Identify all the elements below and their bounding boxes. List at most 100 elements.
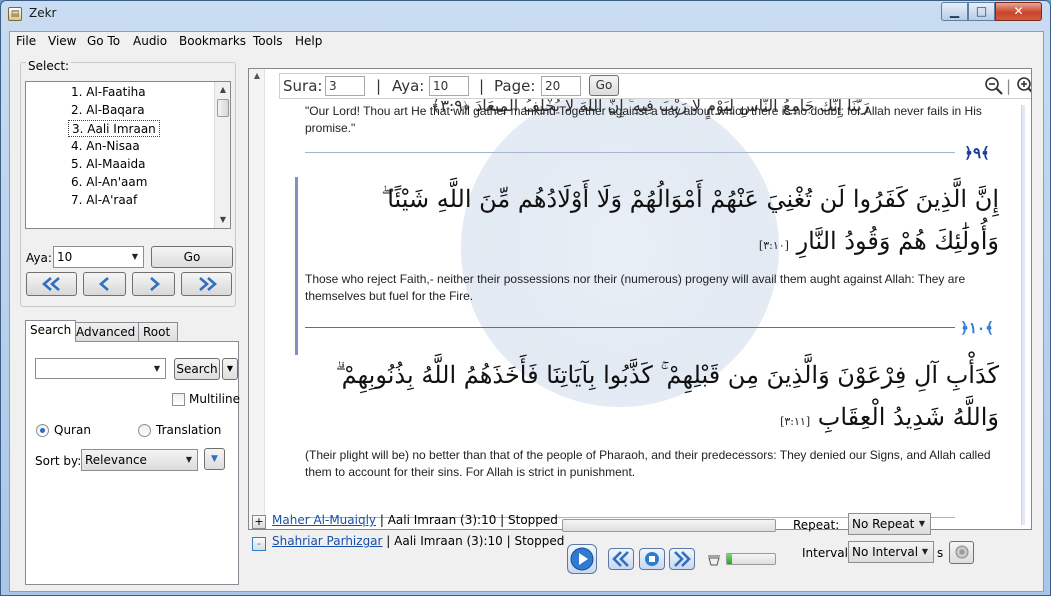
play-button[interactable] (567, 544, 597, 574)
volume-slider[interactable] (726, 553, 776, 565)
chevron-down-icon: ▼ (153, 364, 161, 373)
sort-direction-button[interactable]: ▼ (204, 448, 225, 470)
goto-bar: Sura: 3 | Aya: 10 | Page: 20 Go | (279, 73, 1032, 99)
scroll-thumb[interactable] (217, 99, 229, 117)
quran-view[interactable]: ▲ ▼ Sura: 3 | Aya: 10 | Page: 20 Go | رَ… (248, 68, 1032, 530)
divider: | (376, 77, 382, 95)
app-book-icon: ▤ (8, 7, 22, 21)
quran-radio[interactable] (36, 424, 49, 437)
list-item-selected[interactable]: 3. Aali Imraan (68, 120, 160, 137)
verse-separator (305, 152, 955, 153)
tab-advanced[interactable]: Advanced (71, 322, 141, 342)
reciter-link[interactable]: Shahriar Parhizgar (272, 534, 382, 548)
client-area: File View Go To Audio Bookmarks Tools He… (9, 31, 1044, 592)
scroll-down-icon[interactable]: ▼ (215, 212, 230, 228)
previous-track-button[interactable] (608, 548, 634, 570)
menu-goto[interactable]: Go To (87, 34, 120, 48)
interval-label: Interval: (802, 546, 852, 560)
select-label: Select: (26, 59, 72, 73)
chevron-down-icon: ▼ (921, 547, 929, 556)
zoom-out-icon[interactable] (984, 76, 1004, 96)
go-button[interactable]: Go (151, 246, 233, 268)
content-scrollbar[interactable]: ▲ ▼ (249, 69, 265, 529)
current-verse-marker (295, 177, 298, 355)
audio-settings-button[interactable] (949, 541, 974, 564)
playback-progress[interactable] (562, 519, 776, 532)
window-title: Zekr (29, 6, 57, 20)
verse-number: ٩ (972, 144, 982, 162)
search-pane: ▼ Search ▼ Multiline Quran Translation S… (25, 341, 240, 585)
sura-list[interactable]: 1. Al-Faatiha 2. Al-Baqara 3. Aali Imraa… (25, 81, 231, 229)
collapse-player-button[interactable]: - (252, 537, 266, 551)
verse-arabic: كَدَأْبِ آلِ فِرْعَوْنَ وَالَّذِينَ مِن … (309, 354, 999, 443)
aya-input[interactable]: 10 (429, 76, 469, 96)
left-panel: Select: 1. Al-Faatiha 2. Al-Baqara 3. Aa… (15, 54, 241, 586)
menu-file[interactable]: File (16, 34, 36, 48)
translation-radio[interactable] (138, 424, 151, 437)
repeat-select[interactable]: No Repeat ▼ (848, 513, 931, 535)
tab-root[interactable]: Root (138, 322, 178, 342)
list-item[interactable]: 4. An-Nisaa (68, 138, 143, 155)
quran-radio-label: Quran (54, 423, 91, 437)
list-item[interactable]: 1. Al-Faatiha (68, 84, 149, 101)
left-arrow-icon (98, 277, 109, 291)
page-label: Page: (494, 77, 536, 95)
translation-radio-label: Translation (156, 423, 222, 437)
list-item[interactable]: 6. Al-An'aam (68, 174, 150, 191)
goto-go-button[interactable]: Go (589, 75, 619, 96)
maximize-button[interactable]: □ (968, 2, 995, 21)
fast-forward-icon (674, 551, 691, 567)
first-aya-button[interactable] (26, 272, 77, 296)
multiline-checkbox[interactable] (172, 393, 185, 406)
chevron-down-icon: ▼ (185, 455, 193, 464)
last-aya-button[interactable] (181, 272, 232, 296)
divider: | (479, 77, 485, 95)
list-item[interactable]: 5. Al-Maaida (68, 156, 149, 173)
sort-by-value: Relevance (85, 453, 147, 467)
expand-player-button[interactable]: + (252, 515, 266, 529)
next-track-button[interactable] (669, 548, 695, 570)
sura-list-scrollbar[interactable]: ▲ ▼ (214, 82, 230, 228)
sort-by-select[interactable]: Relevance ▼ (81, 449, 198, 471)
menu-bookmarks[interactable]: Bookmarks (179, 34, 246, 48)
repeat-label: Repeat: (793, 518, 840, 532)
zoom-in-icon[interactable] (1016, 76, 1032, 96)
search-input[interactable]: ▼ (35, 358, 166, 379)
reciter-link[interactable]: Maher Al-Muaiqly (272, 513, 376, 527)
tab-search[interactable]: Search (25, 320, 77, 342)
player-row: Shahriar Parhizgar | Aali Imraan (3):10 … (272, 534, 564, 548)
stop-icon (645, 552, 659, 566)
chevron-down-icon: ▼ (131, 252, 139, 261)
scroll-up-icon[interactable]: ▲ (249, 71, 265, 80)
verse-translation: (Their plight will be) no better than th… (305, 448, 991, 479)
list-item[interactable]: 2. Al-Baqara (68, 102, 148, 119)
chevron-down-icon: ▼ (918, 519, 926, 528)
menu-view[interactable]: View (48, 34, 76, 48)
verse-number-badge: ﴿١٠﴾ (960, 319, 994, 337)
verse-reference: [٣:١١] (780, 415, 811, 428)
sura-input[interactable]: 3 (325, 76, 365, 96)
aya-select[interactable]: 10 ▼ (53, 246, 144, 268)
list-item[interactable]: 7. Al-A'raaf (68, 192, 140, 209)
menu-audio[interactable]: Audio (133, 34, 167, 48)
search-options-button[interactable]: ▼ (222, 358, 238, 380)
interval-select[interactable]: No Interval ▼ (848, 541, 934, 563)
search-button[interactable]: Search (174, 358, 220, 380)
menu-bar: File View Go To Audio Bookmarks Tools He… (10, 32, 1043, 52)
aya-select-value: 10 (57, 250, 73, 264)
menu-help[interactable]: Help (295, 34, 322, 48)
close-button[interactable]: ✕ (995, 2, 1042, 21)
speaker-settings-icon (955, 545, 968, 559)
stop-button[interactable] (639, 548, 665, 570)
page-input[interactable]: 20 (541, 76, 581, 96)
player-row: Maher Al-Muaiqly | Aali Imraan (3):10 | … (272, 513, 558, 527)
prev-aya-button[interactable] (83, 272, 126, 296)
verse-translation: Those who reject Faith,- neither their p… (305, 272, 966, 303)
repeat-value: No Repeat (852, 517, 915, 531)
menu-tools[interactable]: Tools (253, 34, 283, 48)
scroll-up-icon[interactable]: ▲ (215, 82, 230, 98)
minimize-button[interactable]: ▁ (941, 2, 968, 21)
app-window: ▤ Zekr ▁ □ ✕ File View Go To Audio Bookm… (0, 0, 1051, 596)
next-aya-button[interactable] (132, 272, 175, 296)
title-bar[interactable]: ▤ Zekr ▁ □ ✕ (1, 1, 1050, 29)
